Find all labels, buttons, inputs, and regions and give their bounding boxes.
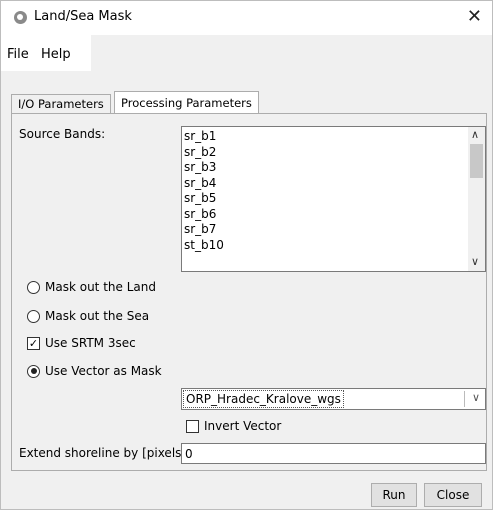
chevron-down-icon[interactable]: ∨ [471,255,479,268]
source-bands-label: Source Bands: [19,127,106,141]
list-item[interactable]: st_b10 [182,238,485,254]
list-item[interactable]: sr_b7 [182,222,485,238]
chevron-up-icon[interactable]: ∧ [471,128,479,141]
list-item[interactable]: sr_b4 [182,176,485,192]
radio-button[interactable] [27,280,40,294]
list-item[interactable]: sr_b1 [182,129,485,145]
scroll-thumb[interactable] [470,144,483,178]
use-vector-label: Use Vector as Mask [45,364,162,378]
tab-io-parameters[interactable]: I/O Parameters [11,94,111,114]
land-sea-mask-dialog: Land/Sea Mask ✕ File Help I/O Parameters… [0,0,493,510]
mask-sea-radio[interactable]: Mask out the Sea [27,307,149,325]
mask-sea-label: Mask out the Sea [45,309,150,323]
invert-vector-label: Invert Vector [204,419,282,433]
tab-processing-parameters[interactable]: Processing Parameters [114,91,259,114]
list-item[interactable]: sr_b6 [182,207,485,223]
radio-button[interactable] [27,309,40,323]
mask-land-label: Mask out the Land [45,280,156,294]
checkbox-box[interactable] [186,419,199,433]
use-srtm-label: Use SRTM 3sec [45,336,136,350]
use-vector-radio[interactable]: Use Vector as Mask [27,362,162,380]
source-bands-list[interactable]: sr_b1 sr_b2 sr_b3 sr_b4 sr_b5 sr_b6 sr_b… [181,126,486,272]
vector-select[interactable]: ORP_Hradec_Kralove_wgs ∨ [181,388,486,410]
close-icon[interactable]: ✕ [467,6,482,27]
app-logo-icon [14,11,27,24]
radio-button-selected[interactable] [27,364,40,378]
menu-file[interactable]: File [7,47,29,62]
menu-help[interactable]: Help [41,47,71,62]
list-item[interactable]: sr_b3 [182,160,485,176]
shoreline-input[interactable] [181,443,486,464]
use-srtm-checkbox[interactable]: ✓ Use SRTM 3sec [27,334,136,352]
check-icon[interactable]: ✓ [27,336,40,350]
invert-vector-checkbox[interactable]: Invert Vector [186,417,281,435]
menu-bar: File Help [1,35,492,71]
list-item[interactable]: sr_b5 [182,191,485,207]
title-bar: Land/Sea Mask ✕ [1,1,492,35]
mask-land-radio[interactable]: Mask out the Land [27,278,156,296]
chevron-down-icon[interactable]: ∨ [472,391,480,404]
list-scrollbar[interactable]: ∧ ∨ [468,127,485,271]
select-divider [464,391,465,407]
window-title: Land/Sea Mask [34,9,132,24]
shoreline-label: Extend shoreline by [pixels]: [19,446,191,460]
close-button[interactable]: Close [424,483,482,507]
vector-select-value: ORP_Hradec_Kralove_wgs [183,390,344,408]
run-button[interactable]: Run [371,483,417,507]
list-item[interactable]: sr_b2 [182,145,485,161]
